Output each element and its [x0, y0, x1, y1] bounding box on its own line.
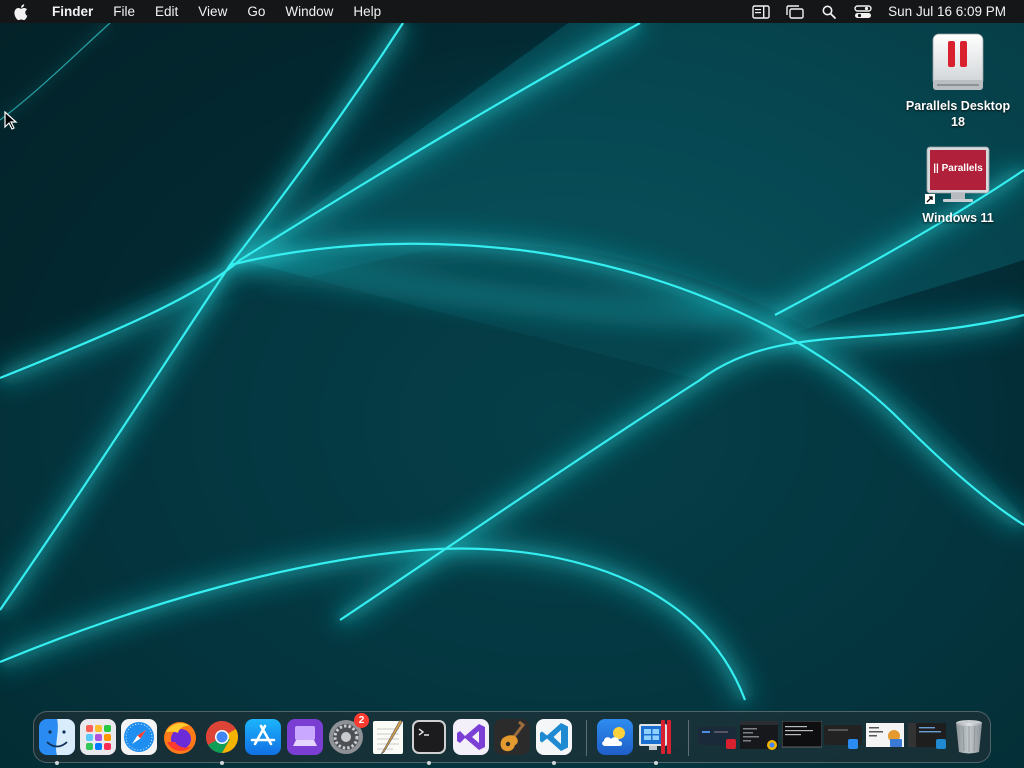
- minimized-window-4[interactable]: [824, 721, 864, 751]
- running-indicator: [427, 761, 431, 765]
- firefox-icon: [164, 722, 196, 754]
- desktop-icon-label: Windows 11: [922, 211, 994, 225]
- alias-arrow-icon: [925, 194, 935, 204]
- launchpad-icon: [80, 719, 116, 755]
- simulator-icon: [287, 719, 323, 755]
- menu-clock[interactable]: Sun Jul 16 6:09 PM: [880, 0, 1014, 23]
- stage-manager-icon[interactable]: [778, 0, 812, 23]
- garageband-icon: [494, 719, 530, 755]
- dock-simulator[interactable]: [286, 718, 324, 756]
- dock-separator: [688, 720, 689, 756]
- notification-badge: 2: [354, 713, 369, 728]
- dock-trash[interactable]: [950, 718, 988, 756]
- dock-parallels[interactable]: [637, 718, 675, 765]
- weather-icon: [597, 719, 633, 755]
- dock-firefox[interactable]: [161, 718, 199, 756]
- menu-window[interactable]: Window: [275, 0, 343, 23]
- desktop-wallpaper: [0, 0, 1024, 768]
- dock-safari[interactable]: [120, 718, 158, 756]
- minimized-vscode-window[interactable]: [908, 721, 948, 751]
- parallels-desktop-icon: [929, 32, 987, 94]
- dock: 2: [33, 711, 991, 765]
- dock-chrome[interactable]: [203, 718, 241, 765]
- dock-garageband[interactable]: [493, 718, 531, 756]
- safari-icon: [121, 719, 157, 755]
- spotlight-search-icon[interactable]: [812, 0, 846, 23]
- finder-icon: [39, 719, 75, 755]
- minimized-window-1[interactable]: [698, 721, 738, 751]
- running-indicator: [552, 761, 556, 765]
- dock-app-store[interactable]: [244, 718, 282, 756]
- control-center-icon[interactable]: [846, 0, 880, 23]
- dock-finder[interactable]: [38, 718, 76, 765]
- terminal-icon: [412, 720, 446, 754]
- parallels-dock-icon: [639, 720, 671, 754]
- minimized-window-5[interactable]: [866, 721, 906, 751]
- desktop-icon-windows-11[interactable]: || Parallels Windows 11: [898, 146, 1018, 226]
- dock-weather[interactable]: [596, 718, 634, 756]
- dock-launchpad[interactable]: [79, 718, 117, 756]
- trash-icon: [956, 720, 982, 754]
- minimized-terminal-window[interactable]: [782, 721, 822, 751]
- dock-vscode[interactable]: [535, 718, 573, 765]
- minimized-chrome-window[interactable]: [740, 721, 780, 751]
- menu-bar: Finder File Edit View Go Window Help Sun…: [0, 0, 1024, 23]
- menu-edit[interactable]: Edit: [145, 0, 188, 23]
- dock-terminal[interactable]: [410, 718, 448, 765]
- running-indicator: [55, 761, 59, 765]
- menu-go[interactable]: Go: [237, 0, 275, 23]
- visual-studio-icon: [453, 719, 489, 755]
- menu-file[interactable]: File: [103, 0, 145, 23]
- menu-view[interactable]: View: [188, 0, 237, 23]
- app-store-icon: [245, 719, 281, 755]
- dock-separator: [586, 720, 587, 756]
- windows-vm-icon: || Parallels: [925, 146, 991, 206]
- dock-textedit[interactable]: [369, 718, 407, 756]
- desktop-icon-label: Parallels Desktop 18: [905, 99, 1011, 129]
- textedit-icon: [373, 719, 403, 755]
- dock-system-settings[interactable]: 2: [327, 713, 369, 756]
- running-indicator: [654, 761, 658, 765]
- menu-app-name[interactable]: Finder: [42, 0, 103, 23]
- parallels-brand-label: || Parallels: [933, 163, 983, 174]
- apple-menu-icon[interactable]: [0, 0, 42, 23]
- desktop-icon-parallels-desktop[interactable]: Parallels Desktop 18: [898, 32, 1018, 130]
- chrome-icon: [205, 720, 239, 754]
- mouse-cursor-icon: [4, 111, 18, 130]
- sidebar-toggle-icon[interactable]: [744, 0, 778, 23]
- dock-visual-studio[interactable]: [452, 718, 490, 756]
- running-indicator: [220, 761, 224, 765]
- vscode-icon: [536, 719, 572, 755]
- menu-help[interactable]: Help: [343, 0, 391, 23]
